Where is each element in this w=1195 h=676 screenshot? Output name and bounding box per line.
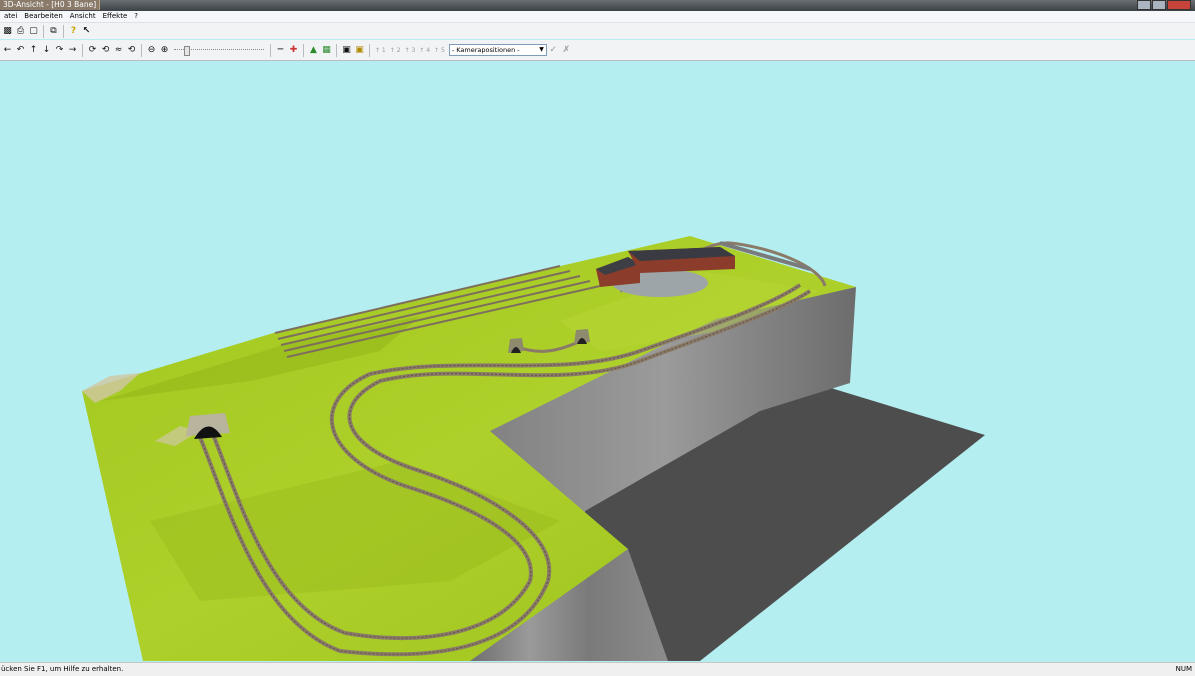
status-text: ücken Sie F1, um Hilfe zu erhalten. (1, 665, 124, 673)
toolbar-separator (63, 24, 64, 38)
toolbar-separator (141, 43, 142, 57)
camera-position-1-button[interactable]: ↑ 1 (375, 47, 386, 54)
maximize-button[interactable] (1152, 0, 1166, 10)
camera-position-2-button[interactable]: ↑ 2 (390, 47, 401, 54)
camera-icon[interactable]: ▣ (354, 45, 365, 56)
toolbar-separator (43, 24, 44, 38)
zoom-slider[interactable] (174, 46, 264, 56)
zoom-slider-thumb[interactable] (184, 46, 190, 56)
move-up-icon[interactable]: ↑ (28, 45, 39, 56)
camera-position-select[interactable]: - Kamerapositionen - ▼ (448, 44, 547, 56)
delete-camera-icon[interactable]: ✗ (561, 45, 572, 56)
reset-view-icon[interactable]: ⟲ (126, 45, 137, 56)
copy-icon[interactable]: ⧉ (48, 26, 59, 37)
print-icon[interactable]: ⎙ (15, 26, 26, 37)
turn-left-icon[interactable]: ↶ (15, 45, 26, 56)
window-title: 3D-Ansicht - [H0 3 Bane] (0, 0, 101, 10)
3d-viewport[interactable] (0, 61, 1195, 661)
menu-view[interactable]: Ansicht (66, 11, 99, 22)
close-button[interactable] (1167, 0, 1191, 10)
standard-toolbar: ▩ ⎙ ▢ ⧉ ? ↖ (0, 23, 1195, 39)
toolbar-separator (336, 43, 337, 57)
camera-position-4-button[interactable]: ↑ 4 (419, 47, 430, 54)
status-bar: ücken Sie F1, um Hilfe zu erhalten. NUM (0, 662, 1195, 676)
zoom-out-icon[interactable]: ⊖ (146, 45, 157, 56)
turn-right-icon[interactable]: ↷ (54, 45, 65, 56)
3d-scene (82, 236, 985, 661)
tilt-icon[interactable]: ≈ (113, 45, 124, 56)
set-camera-icon[interactable]: ✓ (548, 45, 559, 56)
zoom-in-icon[interactable]: ⊕ (159, 45, 170, 56)
save-icon[interactable]: ▩ (2, 26, 13, 37)
camera-position-5-button[interactable]: ↑ 5 (434, 47, 445, 54)
landscape-icon[interactable]: ▲ (308, 45, 319, 56)
chevron-down-icon[interactable]: ▼ (539, 46, 544, 53)
menu-effects[interactable]: Effekte (99, 11, 131, 22)
menu-edit[interactable]: Bearbeiten (20, 11, 65, 22)
menu-help[interactable]: ? (130, 11, 141, 22)
train-icon[interactable]: ✚ (288, 45, 299, 56)
view-toolbar: ← ↶ ↑ ↓ ↷ → ⟳ ⟲ ≈ ⟲ ⊖ ⊕ ━ ✚ ▲ ▦ ▣ ▣ ↑ 1 … (0, 40, 1195, 61)
title-bar: 3D-Ansicht - [H0 3 Bane] (0, 0, 1195, 11)
toolbar-separator (82, 43, 83, 57)
num-lock-indicator: NUM (1175, 665, 1192, 673)
window-controls (1136, 0, 1191, 10)
menu-bar: atei Bearbeiten Ansicht Effekte ? (0, 11, 1195, 23)
context-help-icon[interactable]: ↖ (81, 26, 92, 37)
tunnel-portal-middle (508, 338, 524, 353)
rotate-up-icon[interactable]: ⟳ (87, 45, 98, 56)
toolbar-separator (303, 43, 304, 57)
toolbar-separator (369, 43, 370, 57)
menu-file[interactable]: atei (0, 11, 20, 22)
move-right-icon[interactable]: → (67, 45, 78, 56)
camera-position-select-value: - Kamerapositionen - (451, 46, 520, 54)
camera-position-3-button[interactable]: ↑ 3 (405, 47, 416, 54)
grid-icon[interactable]: ▦ (321, 45, 332, 56)
help-icon[interactable]: ? (68, 26, 79, 37)
rotate-down-icon[interactable]: ⟲ (100, 45, 111, 56)
tunnel-portal-right (574, 329, 590, 344)
print-preview-icon[interactable]: ▢ (28, 26, 39, 37)
minimize-button[interactable] (1137, 0, 1151, 10)
move-left-icon[interactable]: ← (2, 45, 13, 56)
track-icon[interactable]: ━ (275, 45, 286, 56)
fit-view-icon[interactable]: ▣ (341, 45, 352, 56)
move-down-icon[interactable]: ↓ (41, 45, 52, 56)
toolbar-separator (270, 43, 271, 57)
